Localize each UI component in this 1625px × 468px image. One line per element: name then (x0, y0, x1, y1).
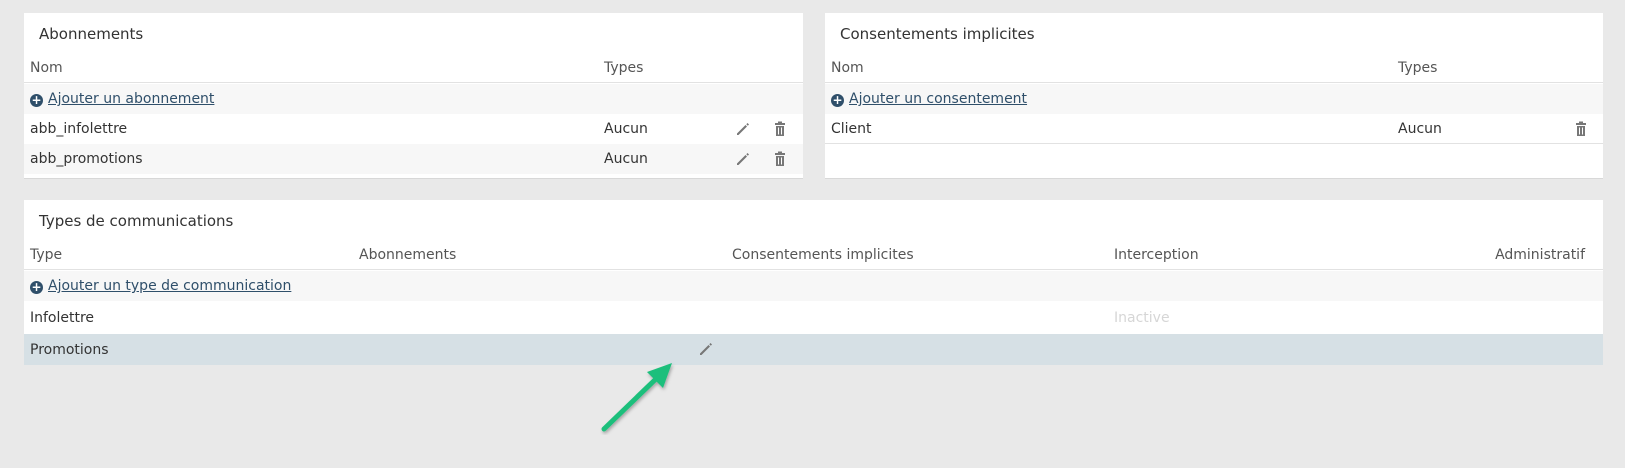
table-row: Client Aucun (825, 114, 1603, 144)
column-header-types: Types (1398, 59, 1438, 76)
plus-circle-icon: + (831, 93, 844, 107)
column-header-interception: Interception (1114, 246, 1199, 263)
communication-type: Promotions (30, 341, 109, 358)
communications-header-row: Type Abonnements Consentements implicite… (24, 240, 1603, 270)
consentements-header-row: Nom Types (825, 53, 1603, 83)
add-consentement-link[interactable]: Ajouter un consentement (849, 91, 1027, 107)
consentements-title: Consentements implicites (840, 25, 1035, 43)
communications-title: Types de communications (39, 212, 234, 230)
column-header-type: Type (30, 246, 63, 263)
column-header-administratif: Administratif (1495, 246, 1585, 263)
abonnements-title: Abonnements (39, 25, 144, 43)
table-row: abb_promotions Aucun (24, 144, 803, 174)
table-row: Promotions (24, 334, 1603, 365)
consentements-panel: Consentements implicites Nom Types + Ajou… (825, 13, 1603, 179)
pencil-icon[interactable] (734, 150, 752, 168)
trash-icon[interactable] (1572, 120, 1590, 138)
add-consentement-row: + Ajouter un consentement (825, 84, 1603, 114)
add-abonnement-row: + Ajouter un abonnement (24, 84, 803, 114)
arrow-annotation (601, 363, 672, 432)
table-row: Infolettre Inactive (24, 303, 1603, 333)
column-header-consentements: Consentements implicites (732, 246, 914, 263)
add-communication-link-wrap[interactable]: + Ajouter un type de communication (30, 278, 291, 294)
abonnement-name: abb_infolettre (30, 121, 128, 137)
abonnement-types: Aucun (604, 151, 648, 167)
abonnement-name: abb_promotions (30, 151, 143, 167)
add-communication-link[interactable]: Ajouter un type de communication (48, 278, 291, 294)
communication-type: Infolettre (30, 310, 95, 326)
column-header-nom: Nom (831, 59, 864, 76)
communication-interception: Inactive (1114, 310, 1170, 326)
table-row: abb_infolettre Aucun (24, 114, 803, 144)
column-header-types: Types (604, 59, 644, 76)
column-header-abonnements: Abonnements (359, 246, 457, 263)
trash-icon[interactable] (771, 150, 789, 168)
plus-circle-icon: + (30, 280, 43, 294)
add-consentement-link-wrap[interactable]: + Ajouter un consentement (831, 91, 1027, 107)
add-abonnement-link-wrap[interactable]: + Ajouter un abonnement (30, 91, 214, 107)
plus-circle-icon: + (30, 93, 43, 107)
add-abonnement-link[interactable]: Ajouter un abonnement (48, 91, 214, 107)
consentement-types: Aucun (1398, 120, 1442, 137)
add-communication-row: + Ajouter un type de communication (24, 271, 1603, 301)
abonnements-panel: Abonnements Nom Types + Ajouter un abonne… (24, 13, 803, 179)
column-header-nom: Nom (30, 59, 63, 76)
abonnements-header-row: Nom Types (24, 53, 803, 83)
communications-panel: Types de communications Type Abonnements… (24, 200, 1603, 365)
pencil-icon[interactable] (734, 120, 752, 138)
trash-icon[interactable] (771, 120, 789, 138)
consentement-name: Client (831, 120, 872, 137)
abonnement-types: Aucun (604, 121, 648, 137)
